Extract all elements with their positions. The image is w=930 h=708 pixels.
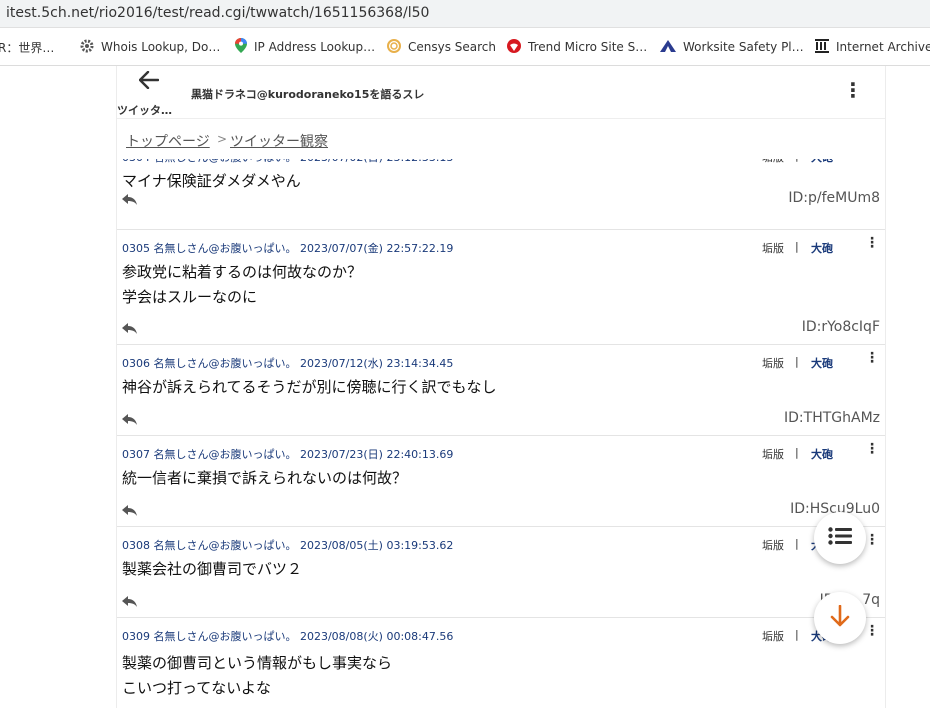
kanban-label[interactable]: 垢版 (762, 628, 784, 644)
kanban-label[interactable]: 垢版 (762, 537, 784, 553)
bookmark-internet-archive[interactable]: Internet Archive: (815, 38, 930, 56)
bookmarks-bar: R：世界… Whois Lookup, Do… IP Address Looku… (0, 28, 930, 66)
thread-page: 0304 名無しさん@お腹いっぱい。 2023/07/02(日) 23:12:3… (116, 66, 886, 708)
kanban-label[interactable]: 垢版 (762, 446, 784, 462)
breadcrumb: トップページ > ツイッター観察 (117, 118, 885, 159)
bookmark-partial[interactable]: R：世界… (0, 38, 54, 56)
reply-icon[interactable] (122, 593, 138, 612)
bookmark-worksite-safety[interactable]: Worksite Safety Pl… (660, 38, 804, 56)
post-0308: 0308 名無しさん@お腹いっぱい。 2023/08/05(土) 03:19:5… (117, 526, 885, 617)
kanban-label[interactable]: 垢版 (762, 355, 784, 371)
worksite-icon (660, 39, 676, 55)
reply-icon[interactable] (122, 502, 138, 521)
post-line: 神谷が訴えられてるそうだが別に傍聴に行く訳でもなし (122, 378, 497, 396)
post-menu-icon[interactable]: ⋮ (865, 533, 879, 547)
post-menu-icon[interactable]: ⋮ (865, 236, 879, 250)
post-line: 製薬の御曹司という情報がもし事実なら (122, 654, 393, 672)
action-separator: | (795, 355, 799, 368)
thread-title: 黒猫ドラネコ@kurodoraneko15を語るスレ (191, 88, 425, 101)
action-separator: | (795, 537, 799, 550)
gear-icon (80, 39, 94, 56)
post-menu-icon[interactable]: ⋮ (865, 624, 879, 638)
post-menu-icon[interactable]: ⋮ (865, 351, 879, 365)
list-button[interactable] (814, 512, 866, 564)
back-label[interactable]: ツイッタ… (117, 102, 172, 118)
bookmark-censys[interactable]: Censys Search (387, 38, 496, 56)
post-0306: 0306 名無しさん@お腹いっぱい。 2023/07/12(水) 23:14:3… (117, 344, 885, 435)
post-0307: 0307 名無しさん@お腹いっぱい。 2023/07/23(日) 22:40:1… (117, 435, 885, 526)
censys-icon (387, 38, 401, 56)
reply-icon[interactable] (122, 191, 138, 210)
poster-id: ID:THTGhAMz (784, 410, 880, 426)
browser-address-bar[interactable]: itest.5ch.net/rio2016/test/read.cgi/twwa… (0, 0, 930, 28)
post-line: 統一信者に棄損で訴えられないのは何故？ (122, 469, 408, 487)
post-line: 製薬会社の御曹司でバツ２ (122, 560, 303, 578)
taiho-link[interactable]: 大砲 (811, 240, 833, 256)
reply-icon[interactable] (122, 411, 138, 430)
post-0309: 0309 名無しさん@お腹いっぱい。 2023/08/08(火) 00:08:4… (117, 617, 885, 708)
arrow-down-icon (830, 604, 850, 631)
map-pin-icon (235, 38, 247, 56)
breadcrumb-separator: > (217, 132, 228, 146)
post-body: 参政党に粘着するのは何故なのか？ 学会はスルーなのに (122, 260, 362, 310)
url-text[interactable]: itest.5ch.net/rio2016/test/read.cgi/twwa… (6, 5, 429, 21)
action-separator: | (795, 240, 799, 253)
post-line: 学会はスルーなのに (122, 288, 258, 306)
poster-id: ID:rYo8cIqF (801, 319, 880, 335)
post-header[interactable]: 0308 名無しさん@お腹いっぱい。 2023/08/05(土) 03:19:5… (122, 537, 453, 553)
taiho-link[interactable]: 大砲 (811, 446, 833, 462)
bookmark-label: Internet Archive: (836, 40, 930, 54)
post-header[interactable]: 0305 名無しさん@お腹いっぱい。 2023/07/07(金) 22:57:2… (122, 240, 453, 256)
bookmark-label: R：世界… (0, 40, 55, 55)
reply-icon[interactable] (122, 320, 138, 339)
list-icon (828, 527, 852, 549)
post-line: こいつ打ってないよな (122, 679, 271, 697)
bookmark-whois[interactable]: Whois Lookup, Do… (80, 38, 220, 56)
archive-icon (815, 38, 829, 56)
post-body: 神谷が訴えられてるそうだが別に傍聴に行く訳でもなし (122, 375, 497, 400)
action-separator: | (795, 446, 799, 459)
trend-micro-icon (507, 38, 521, 56)
poster-id: ID:p/feMUm8 (788, 190, 880, 206)
back-arrow-icon[interactable] (138, 70, 160, 95)
post-line: 参政党に粘着するのは何故なのか？ (122, 263, 363, 281)
post-body: 製薬会社の御曹司でバツ２ (122, 557, 302, 582)
breadcrumb-home-link[interactable]: トップページ (126, 131, 210, 151)
post-header[interactable]: 0309 名無しさん@お腹いっぱい。 2023/08/08(火) 00:08:4… (122, 628, 453, 644)
action-separator: | (795, 628, 799, 641)
bookmark-label: Censys Search (408, 40, 497, 54)
bookmark-label: Whois Lookup, Do… (101, 40, 221, 54)
post-body: 製薬の御曹司という情報がもし事実なら こいつ打ってないよな (122, 651, 392, 701)
breadcrumb-category-link[interactable]: ツイッター観察 (230, 131, 328, 151)
bookmark-trend-micro[interactable]: Trend Micro Site S… (507, 38, 647, 56)
scroll-down-button[interactable] (814, 592, 866, 644)
bookmark-label: Worksite Safety Pl… (683, 40, 804, 54)
bookmark-ip-lookup[interactable]: IP Address Lookup… (235, 38, 375, 56)
post-body: 統一信者に棄損で訴えられないのは何故？ (122, 466, 407, 491)
post-header[interactable]: 0307 名無しさん@お腹いっぱい。 2023/07/23(日) 22:40:1… (122, 446, 453, 462)
post-body: マイナ保険証ダメダメやん (122, 169, 301, 194)
post-line: マイナ保険証ダメダメやん (122, 172, 301, 190)
thread-header: ツイッタ… 黒猫ドラネコ@kurodoraneko15を語るスレ ⋮ (117, 66, 885, 118)
bookmark-label: Trend Micro Site S… (528, 40, 648, 54)
post-header[interactable]: 0306 名無しさん@お腹いっぱい。 2023/07/12(水) 23:14:3… (122, 355, 453, 371)
kanban-label[interactable]: 垢版 (762, 240, 784, 256)
bookmark-label: IP Address Lookup… (254, 40, 376, 54)
taiho-link[interactable]: 大砲 (811, 355, 833, 371)
post-menu-icon[interactable]: ⋮ (865, 442, 879, 456)
kebab-menu-icon[interactable]: ⋮ (843, 80, 863, 100)
post-0305: 0305 名無しさん@お腹いっぱい。 2023/07/07(金) 22:57:2… (117, 229, 885, 344)
